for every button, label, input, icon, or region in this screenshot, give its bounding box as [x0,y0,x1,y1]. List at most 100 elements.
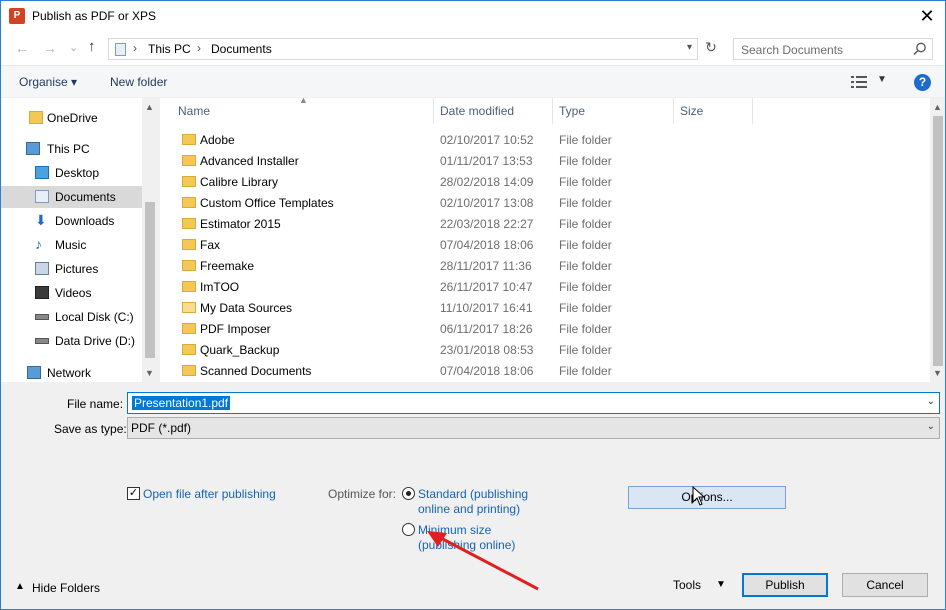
sidebar-item-this-pc[interactable]: This PC [1,138,143,160]
scroll-down-icon[interactable]: ▼ [933,368,942,378]
folder-icon [182,281,196,292]
table-row[interactable]: Fax 07/04/2018 18:06 File folder [160,234,930,255]
chevron-down-icon[interactable]: ⌄ [927,396,935,407]
title-bar: P Publish as PDF or XPS ✕ [1,1,945,32]
sidebar-item-label: Downloads [55,214,115,228]
view-options-icon[interactable] [851,75,867,89]
file-type: File folder [559,196,612,210]
save-as-type-select[interactable]: PDF (*.pdf) ⌄ [127,417,940,439]
hide-folders-button[interactable]: Hide Folders [32,581,100,595]
file-type: File folder [559,133,612,147]
sidebar-item-label: Data Drive (D:) [55,334,136,348]
navigation-pane: OneDrive This PC Desktop Documents ⬇ Dow… [1,98,158,382]
column-divider[interactable] [433,98,434,124]
file-type: File folder [559,217,612,231]
sidebar-item-pictures[interactable]: Pictures [1,258,143,280]
table-row[interactable]: Scanned Documents 07/04/2018 18:06 File fo… [160,360,930,381]
sidebar-item-downloads[interactable]: ⬇ Downloads [1,210,143,232]
table-row[interactable]: Adobe 02/10/2017 10:52 File folder [160,129,930,150]
back-arrow-icon[interactable]: ← [15,40,29,56]
sidebar-item-label: This PC [47,142,90,156]
scrollbar-thumb[interactable] [145,202,155,358]
breadcrumb-documents[interactable]: Documents [211,42,272,56]
cancel-button[interactable]: Cancel [842,573,928,597]
column-divider[interactable] [552,98,553,124]
search-box[interactable]: Search Documents [733,38,933,60]
chevron-down-icon[interactable]: ▾ [687,42,692,53]
search-input[interactable]: Search Documents [741,43,843,57]
disk-icon [35,338,49,344]
file-type: File folder [559,343,612,357]
new-folder-button[interactable]: New folder [110,75,167,89]
sidebar-item-music[interactable]: ♪ Music [1,234,143,256]
command-bar: Organise ▾ New folder ▼ ? [1,65,945,97]
file-date: 28/11/2017 11:36 [440,259,532,273]
table-row[interactable]: ImTOO 26/11/2017 10:47 File folder [160,276,930,297]
chevron-down-icon[interactable]: ▼ [716,579,726,590]
standard-option-line1[interactable]: Standard (publishing [418,487,528,501]
breadcrumb-this-pc[interactable]: This PC [148,42,191,56]
column-header-type[interactable]: Type [559,98,585,124]
table-row[interactable]: Advanced Installer 01/11/2017 13:53 File f… [160,150,930,171]
close-button[interactable]: ✕ [915,5,939,27]
column-header-name[interactable]: Name [178,98,210,124]
table-row[interactable]: Calibre Library 28/02/2018 14:09 File fold… [160,171,930,192]
file-date: 28/02/2018 14:09 [440,175,534,189]
chevron-up-icon[interactable]: ▲ [15,581,25,592]
publish-button[interactable]: Publish [742,573,828,597]
options-button[interactable]: Options... [628,486,786,509]
documents-icon [35,190,49,203]
file-name: Custom Office Templates [200,196,334,210]
sidebar-scrollbar[interactable]: ▲ ▼ [142,98,158,382]
column-header-size[interactable]: Size [680,98,703,124]
address-bar[interactable]: › This PC › Documents ▾ [108,38,698,60]
table-row[interactable]: Custom Office Templates 02/10/2017 13:08 F… [160,192,930,213]
scroll-up-icon[interactable]: ▲ [933,102,942,112]
chevron-down-icon[interactable]: ⌄ [927,421,935,432]
sidebar-item-videos[interactable]: Videos [1,282,143,304]
table-row[interactable]: Estimator 2015 22/03/2018 22:27 File folde… [160,213,930,234]
file-name: ImTOO [200,280,240,294]
file-date: 07/04/2018 18:06 [440,238,534,252]
sidebar-item-local-disk[interactable]: Local Disk (C:) [1,306,143,328]
filename-field[interactable]: Presentation1.pdf ⌄ [127,392,940,414]
scroll-up-icon[interactable]: ▲ [145,102,154,112]
filename-input[interactable]: Presentation1.pdf [132,396,231,410]
minimum-size-radio[interactable] [402,523,415,536]
mouse-pointer-icon [692,486,706,506]
save-as-type-value: PDF (*.pdf) [131,421,192,435]
file-name: Fax [200,238,221,252]
table-row[interactable]: My Data Sources 11/10/2017 16:41 File fold… [160,297,930,318]
open-after-label[interactable]: Open file after publishing [143,487,276,501]
file-date: 06/11/2017 18:26 [440,322,533,336]
file-name: My Data Sources [200,301,293,315]
open-after-checkbox[interactable]: ✓ [127,487,140,500]
up-arrow-icon[interactable]: ↑ [88,38,96,55]
refresh-icon[interactable]: ↻ [701,39,721,59]
chevron-down-icon[interactable]: ▼ [877,74,887,85]
sidebar-item-label: Desktop [55,166,100,180]
scroll-down-icon[interactable]: ▼ [145,368,154,378]
scrollbar-thumb[interactable] [933,116,943,366]
recent-locations-icon[interactable]: ⌄ [69,41,78,54]
table-row[interactable]: Quark_Backup 23/01/2018 08:53 File folder [160,339,930,360]
sidebar-item-network[interactable]: Network [1,362,143,384]
sidebar-item-data-drive[interactable]: Data Drive (D:) [1,330,143,352]
tools-button[interactable]: Tools [673,578,701,592]
column-divider[interactable] [673,98,674,124]
file-list-scrollbar[interactable]: ▲ ▼ [930,98,945,382]
standard-option-line2[interactable]: online and printing) [418,502,520,516]
table-row[interactable]: Freemake 28/11/2017 11:36 File folder [160,255,930,276]
column-header-date[interactable]: Date modified [440,98,514,124]
sidebar-item-onedrive[interactable]: OneDrive [1,107,143,129]
sidebar-item-desktop[interactable]: Desktop [1,162,143,184]
optimize-label: Optimize for: [328,487,397,501]
organise-button[interactable]: Organise ▾ [19,75,77,89]
help-icon[interactable]: ? [914,74,931,91]
table-row[interactable]: PDF Imposer 06/11/2017 18:26 File folder [160,318,930,339]
forward-arrow-icon[interactable]: → [43,40,57,56]
sidebar-item-documents[interactable]: Documents [1,186,143,208]
folder-icon [182,239,196,250]
standard-radio[interactable] [402,487,415,500]
column-divider[interactable] [752,98,753,124]
